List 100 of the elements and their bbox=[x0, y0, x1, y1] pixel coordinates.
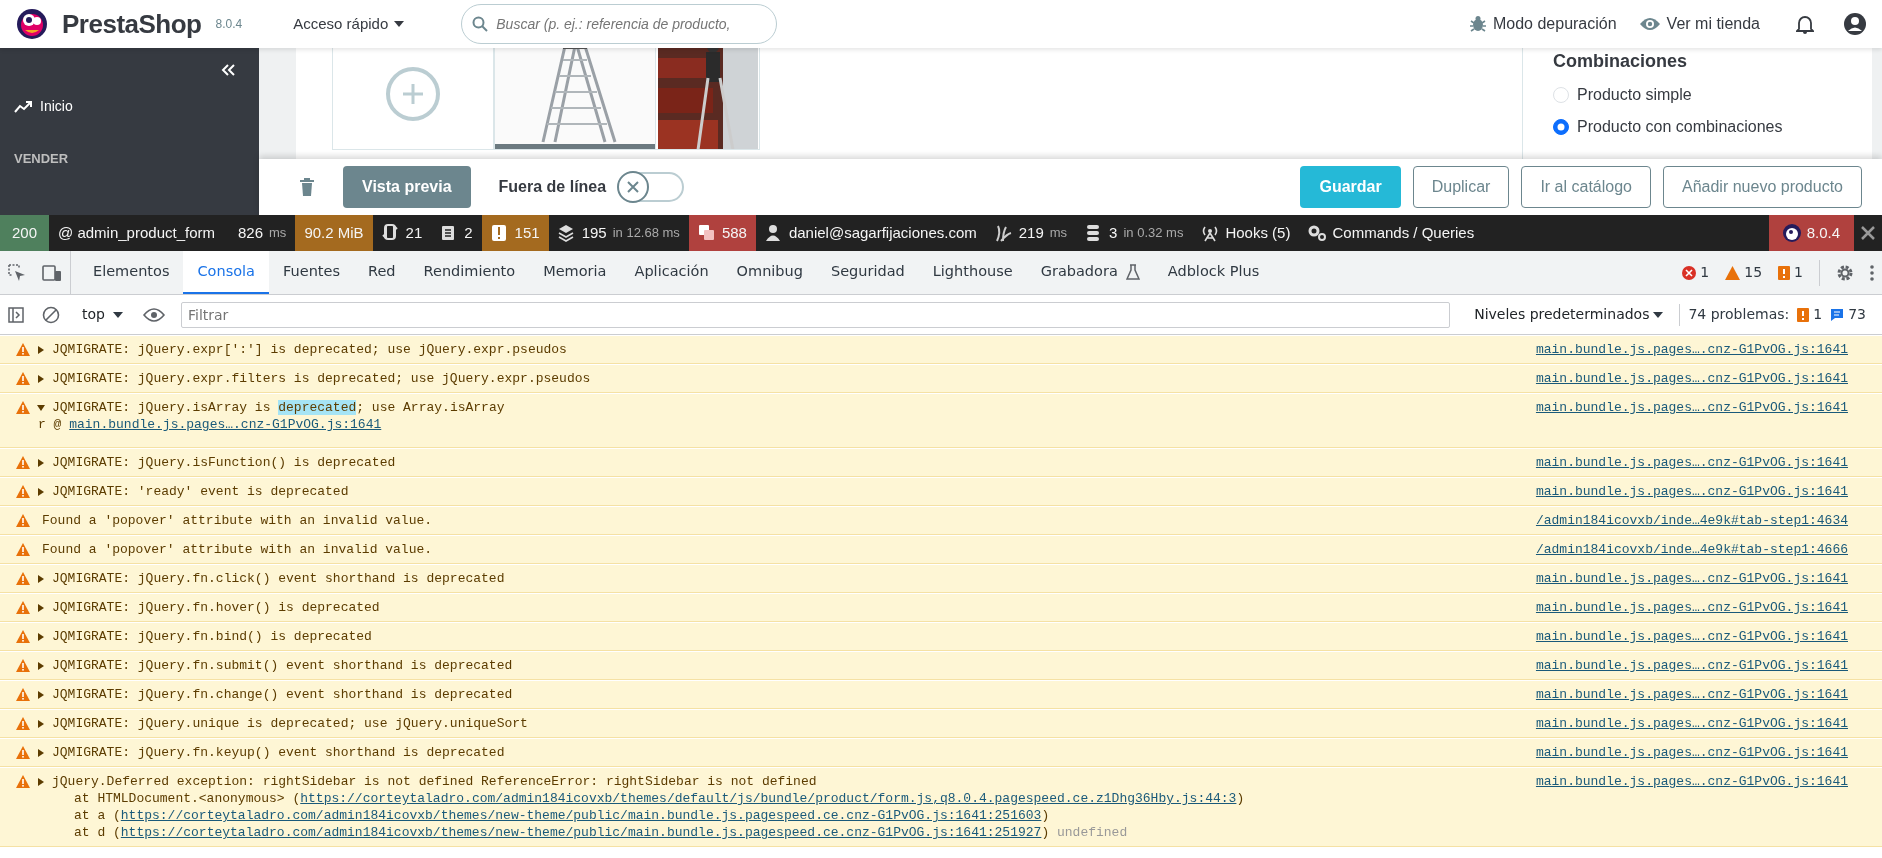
caret-icon[interactable] bbox=[37, 632, 45, 641]
action-button[interactable]: Añadir nuevo producto bbox=[1663, 166, 1862, 208]
toolbar-item[interactable]: 3 in 0.32 ms bbox=[1076, 215, 1193, 251]
toolbar-item[interactable]: 826 ms bbox=[229, 215, 296, 251]
online-toggle[interactable] bbox=[618, 172, 685, 202]
source-link[interactable]: main.bundle.js.pages….cnz-G1PvOG.js:1641 bbox=[1535, 341, 1848, 358]
toolbar-item[interactable]: @ admin_product_form bbox=[49, 215, 229, 251]
toolbar-item[interactable]: 90.2 MiB bbox=[295, 215, 373, 251]
toolbar-unit: in 0.32 ms bbox=[1123, 224, 1184, 243]
source-link[interactable]: https://corteytaladro.com/admin184icovxb/themes/new-theme/public/main.bundle.js.pagespeed.ce.cnz-G1PvOG.js:1641:251927 bbox=[120, 825, 1042, 840]
devtools-tab[interactable]: Consola bbox=[183, 251, 269, 294]
view-shop-link[interactable]: Ver mi tienda bbox=[1638, 12, 1760, 36]
devtools-tab[interactable]: Elementos bbox=[79, 251, 184, 294]
source-link[interactable]: /admin184icovxb/inde…4e9k#tab-step1:4666 bbox=[1535, 541, 1848, 558]
toolbar-value: 219 bbox=[1018, 222, 1044, 243]
error-count[interactable]: 1 bbox=[1682, 262, 1710, 283]
toolbar-unit: ms bbox=[269, 224, 287, 243]
warning-icon bbox=[16, 485, 30, 498]
toolbar-item[interactable]: 588 bbox=[688, 215, 756, 251]
settings-icon[interactable] bbox=[1836, 263, 1854, 282]
clear-icon[interactable] bbox=[42, 305, 60, 324]
eye-icon[interactable] bbox=[142, 306, 165, 323]
caret-icon[interactable] bbox=[37, 748, 45, 757]
caret-icon[interactable] bbox=[37, 661, 45, 670]
source-link[interactable]: https://corteytaladro.com/admin184icovxb/themes/new-theme/public/main.bundle.js.pagespeed.ce.cnz-G1PvOG.js:1641:251603 bbox=[120, 808, 1042, 823]
devtools-tab[interactable]: Lighthouse bbox=[918, 251, 1027, 294]
warning-icon bbox=[16, 401, 30, 414]
devtools-tab[interactable]: Red bbox=[354, 251, 410, 294]
collapse-icon[interactable] bbox=[221, 64, 235, 76]
toolbar-item[interactable]: 8.0.4 bbox=[1768, 215, 1854, 251]
caret-icon[interactable] bbox=[37, 719, 45, 728]
bug-icon bbox=[1468, 15, 1487, 33]
trash-icon[interactable] bbox=[299, 178, 315, 196]
quick-access-dropdown[interactable]: Acceso rápido bbox=[280, 5, 418, 43]
levels-dropdown[interactable]: Niveles predeterminados bbox=[1466, 300, 1672, 329]
console-message: JQMIGRATE: jQuery.fn.submit() event shorthand is deprecated bbox=[52, 657, 514, 674]
action-button[interactable]: Duplicar bbox=[1412, 166, 1510, 208]
source-link[interactable]: https://corteytaladro.com/admin184icovxb/themes/default/js/bundle/product/form.js,q8.0.4.pagespeed.ce.z1Dhg36Hby.js:44:3 bbox=[300, 791, 1237, 806]
more-icon[interactable] bbox=[1870, 264, 1874, 281]
caret-icon[interactable] bbox=[37, 374, 45, 383]
caret-icon[interactable] bbox=[37, 603, 45, 612]
inspect-icon[interactable] bbox=[8, 263, 26, 282]
toolbar-item[interactable]: Commands / Queries bbox=[1299, 215, 1484, 251]
preview-button[interactable]: Vista previa bbox=[343, 166, 471, 208]
sidebar-toggle-icon[interactable] bbox=[8, 306, 24, 323]
device-icon[interactable] bbox=[42, 263, 62, 282]
devtools-tab[interactable]: Omnibug bbox=[722, 251, 817, 294]
source-link[interactable]: /admin184icovxb/inde…4e9k#tab-step1:4634 bbox=[1535, 512, 1848, 529]
close-icon[interactable] bbox=[1860, 225, 1876, 241]
devtools-tab[interactable]: Seguridad bbox=[816, 251, 919, 294]
expanded-caret-icon[interactable] bbox=[37, 403, 45, 412]
toolbar-value: 588 bbox=[721, 222, 747, 243]
toolbar-item[interactable]: 219 ms bbox=[985, 215, 1077, 251]
source-link[interactable]: main.bundle.js.pages….cnz-G1PvOG.js:1641 bbox=[1535, 744, 1848, 761]
caret-icon[interactable] bbox=[37, 487, 45, 496]
source-link[interactable]: main.bundle.js.pages….cnz-G1PvOG.js:1641 bbox=[1535, 715, 1848, 732]
context-dropdown[interactable]: top bbox=[78, 300, 127, 329]
source-link[interactable]: main.bundle.js.pages….cnz-G1PvOG.js:1641 bbox=[1535, 686, 1848, 703]
devtools-tab[interactable]: Aplicación bbox=[620, 251, 723, 294]
caret-icon[interactable] bbox=[37, 458, 45, 467]
caret-icon[interactable] bbox=[37, 345, 45, 354]
caret-icon[interactable] bbox=[37, 574, 45, 583]
source-link[interactable]: main.bundle.js.pages….cnz-G1PvOG.js:1641 bbox=[1535, 399, 1848, 433]
issue-icon bbox=[1797, 307, 1810, 322]
source-link[interactable]: main.bundle.js.pages….cnz-G1PvOG.js:1641 bbox=[1535, 370, 1848, 387]
radio-button[interactable] bbox=[1553, 119, 1569, 135]
action-button[interactable]: Ir al catálogo bbox=[1521, 166, 1651, 208]
source-link[interactable]: main.bundle.js.pages….cnz-G1PvOG.js:1641 bbox=[1535, 628, 1848, 645]
warning-icon bbox=[16, 514, 30, 527]
caret-icon[interactable] bbox=[37, 777, 45, 786]
devtools-tab[interactable]: Adblock Plus bbox=[1153, 251, 1274, 294]
issue-count[interactable]: 1 bbox=[1778, 262, 1803, 283]
source-link[interactable]: main.bundle.js.pages….cnz-G1PvOG.js:1641 bbox=[1535, 657, 1848, 674]
source-link[interactable]: main.bundle.js.pages….cnz-G1PvOG.js:1641 bbox=[1535, 773, 1848, 841]
toolbar-item[interactable]: 151 bbox=[481, 215, 549, 251]
source-link[interactable]: main.bundle.js.pages….cnz-G1PvOG.js:1641 bbox=[1535, 599, 1848, 616]
source-link[interactable]: main.bundle.js.pages….cnz-G1PvOG.js:1641 bbox=[1535, 454, 1848, 471]
toolbar-item[interactable]: 21 bbox=[372, 215, 432, 251]
console-message: jQuery.Deferred exception: rightSidebar is not defined ReferenceError: rightSidebar is not defined bbox=[52, 773, 818, 790]
toolbar-item[interactable]: 2 bbox=[431, 215, 482, 251]
devtools-tab[interactable]: Grabadora bbox=[1026, 251, 1154, 294]
toolbar-item[interactable]: 195 in 12.68 ms bbox=[548, 215, 689, 251]
devtools-tab[interactable]: Memoria bbox=[529, 251, 621, 294]
user-icon[interactable] bbox=[1844, 13, 1866, 35]
warning-count[interactable]: 15 bbox=[1725, 262, 1763, 283]
bell-icon[interactable] bbox=[1796, 14, 1814, 34]
source-link[interactable]: main.bundle.js.pages….cnz-G1PvOG.js:1641 bbox=[1535, 570, 1848, 587]
source-link[interactable]: main.bundle.js.pages….cnz-G1PvOG.js:1641 bbox=[1535, 483, 1848, 500]
problems-button[interactable]: 74 problemas: 1 73 bbox=[1688, 304, 1866, 325]
devtools-tab[interactable]: Fuentes bbox=[269, 251, 354, 294]
debug-mode-link[interactable]: Modo depuración bbox=[1468, 12, 1617, 36]
warning-icon bbox=[16, 343, 30, 356]
toolbar-item[interactable]: daniel@sagarfijaciones.com bbox=[755, 215, 986, 251]
source-link[interactable]: main.bundle.js.pages….cnz-G1PvOG.js:1641 bbox=[69, 417, 382, 432]
caret-icon[interactable] bbox=[37, 690, 45, 699]
sidebar-item[interactable]: Inicio bbox=[14, 96, 245, 117]
status-indicator[interactable]: 200 bbox=[0, 215, 50, 251]
devtools-tab[interactable]: Rendimiento bbox=[409, 251, 530, 294]
toolbar-item[interactable]: Hooks (5) bbox=[1192, 215, 1300, 251]
filter-field[interactable]: Filtrar bbox=[180, 301, 1451, 328]
